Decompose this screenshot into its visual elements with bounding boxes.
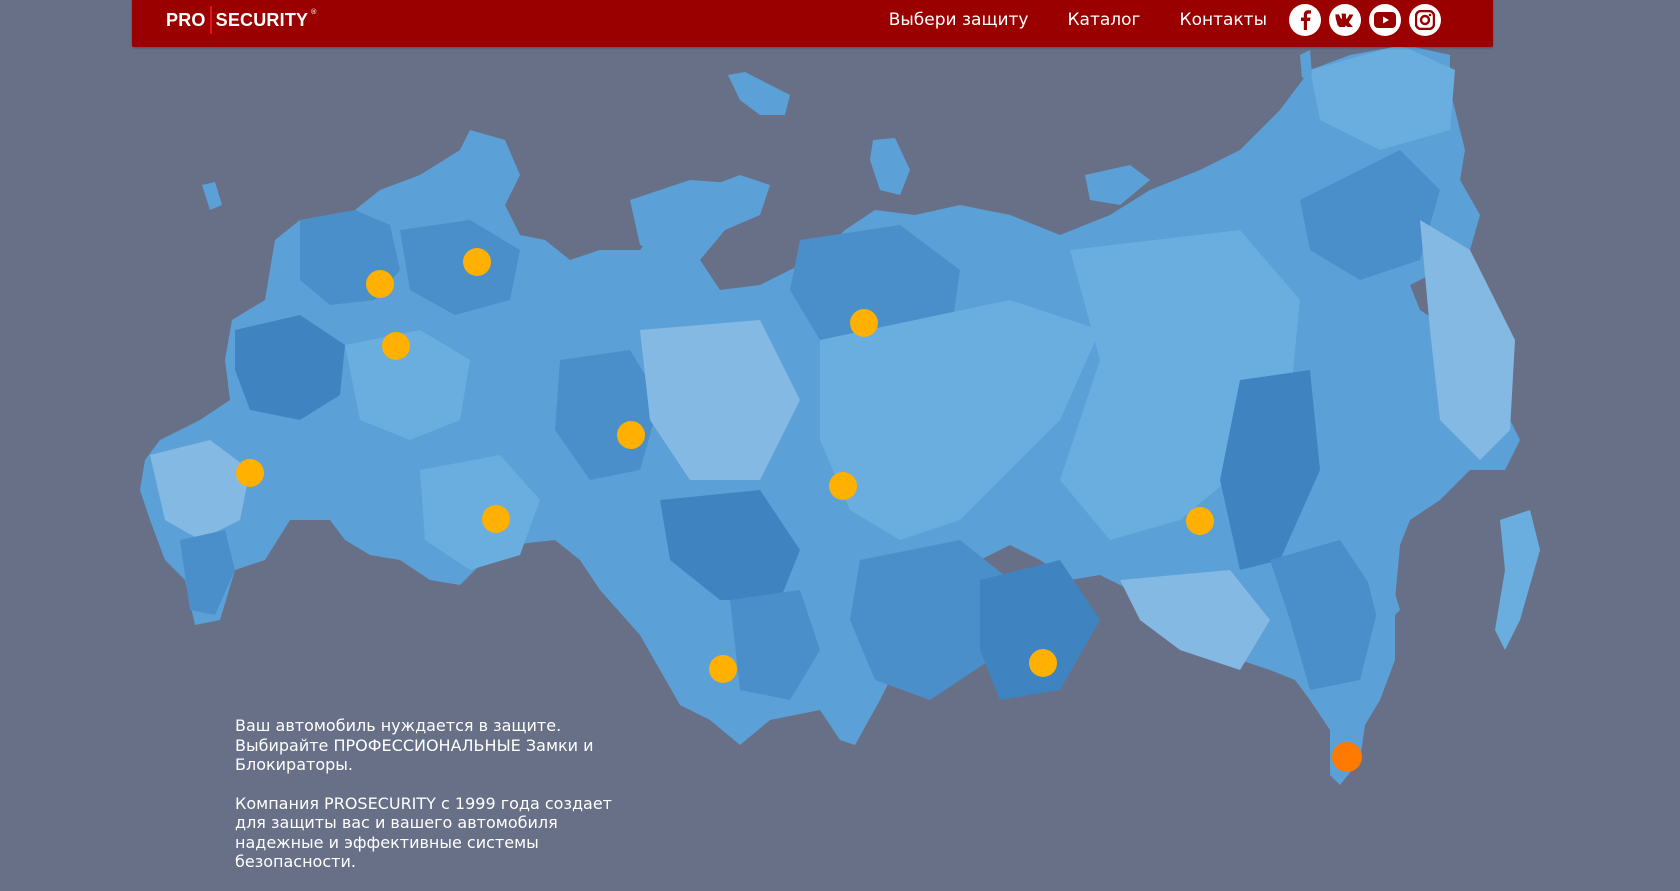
map-marker[interactable] (366, 270, 394, 298)
map-marker[interactable] (617, 421, 645, 449)
map-marker[interactable] (382, 332, 410, 360)
map-marker-active[interactable] (1332, 742, 1362, 772)
logo-divider (209, 6, 212, 34)
youtube-icon[interactable] (1369, 4, 1401, 36)
map-marker[interactable] (850, 309, 878, 337)
map-marker[interactable] (1029, 649, 1057, 677)
nav-item-catalog[interactable]: Каталог (1067, 10, 1140, 30)
nav-item-choose-protection[interactable]: Выбери защиту (889, 10, 1029, 30)
main-nav: Выбери защиту Каталог Контакты (850, 0, 1267, 40)
top-navbar: PRO SECURITY ® Выбери защиту Каталог Кон… (132, 0, 1493, 47)
logo-right-text: SECURITY (215, 9, 309, 30)
map-region-caucasus (180, 530, 235, 615)
map-island-wrangel (1300, 50, 1312, 78)
facebook-icon[interactable] (1289, 4, 1321, 36)
map-island-severnaya-zemlya (870, 138, 910, 195)
map-marker[interactable] (463, 248, 491, 276)
instagram-icon[interactable] (1409, 4, 1441, 36)
logo[interactable]: PRO SECURITY ® (166, 6, 318, 34)
map-island-kaliningrad (202, 182, 222, 210)
vk-icon[interactable] (1329, 4, 1361, 36)
intro-text: Ваш автомобиль нуждается в защите. Выбир… (235, 716, 635, 891)
map-marker[interactable] (482, 505, 510, 533)
map-marker[interactable] (709, 655, 737, 683)
nav-item-contacts[interactable]: Контакты (1180, 10, 1268, 30)
intro-paragraph-2: Компания PROSECURITY с 1999 года создает… (235, 793, 612, 872)
map-marker[interactable] (829, 472, 857, 500)
social-links (1281, 4, 1441, 36)
intro-paragraph-1: Ваш автомобиль нуждается в защите. Выбир… (235, 716, 594, 774)
map-marker[interactable] (1186, 507, 1214, 535)
logo-registered-mark: ® (310, 8, 318, 16)
map-island-kurils (1495, 510, 1540, 650)
map-region-buryatia (980, 560, 1100, 700)
logo-left-text: PRO (166, 9, 206, 30)
map-marker[interactable] (236, 459, 264, 487)
map-island-franz-josef (728, 72, 790, 115)
